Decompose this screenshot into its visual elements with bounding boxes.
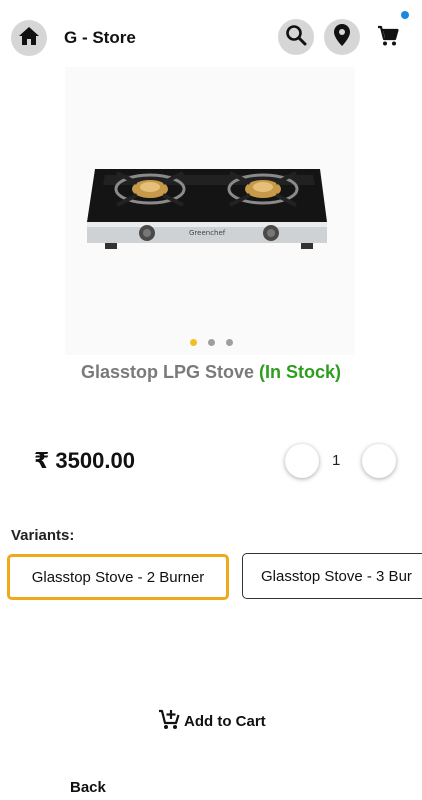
add-to-cart-label: Add to Cart [184, 712, 266, 730]
stove-brand-text: Greenchef [189, 229, 226, 237]
variants-label: Variants: [11, 527, 75, 544]
product-name: Glasstop LPG Stove [80, 362, 254, 382]
carousel-dot[interactable] [189, 339, 197, 346]
cart-badge [401, 11, 409, 19]
home-button[interactable] [11, 20, 47, 56]
variant-label: Glasstop Stove - 3 Bur [261, 567, 412, 585]
variant-option[interactable]: Glasstop Stove - 3 Bur [242, 553, 422, 599]
app-title: G - Store [64, 28, 136, 47]
location-button[interactable] [324, 19, 360, 55]
add-to-cart-icon [157, 707, 181, 735]
search-icon [284, 23, 308, 52]
quantity-increase-button[interactable] [362, 444, 396, 478]
app-header: G - Store [0, 0, 422, 76]
carousel-dot[interactable] [207, 339, 215, 346]
variant-label: Glasstop Stove - 2 Burner [31, 568, 205, 586]
cart-icon [376, 24, 400, 53]
location-pin-icon [331, 23, 353, 52]
product-detail-screen: G - Store Greenchef Glasstop LPG Stove (… [0, 0, 422, 800]
carousel-dot[interactable] [225, 339, 233, 346]
search-button[interactable] [278, 19, 314, 55]
product-title: Glasstop LPG Stove (In Stock) [0, 362, 422, 383]
add-to-cart-button[interactable]: Add to Cart [157, 707, 266, 735]
gas-stove-image: Greenchef [87, 169, 327, 249]
stock-status: (In Stock) [259, 362, 342, 382]
cart-button[interactable] [372, 22, 404, 54]
back-button[interactable]: Back [70, 779, 106, 796]
quantity-decrease-button[interactable] [285, 444, 319, 478]
product-image[interactable]: Greenchef [65, 67, 355, 355]
quantity-value: 1 [332, 452, 341, 469]
carousel-dots [0, 339, 422, 346]
product-price: ₹ 3500.00 [34, 448, 135, 473]
variant-option[interactable]: Glasstop Stove - 2 Burner [7, 554, 229, 600]
home-icon [17, 24, 41, 53]
